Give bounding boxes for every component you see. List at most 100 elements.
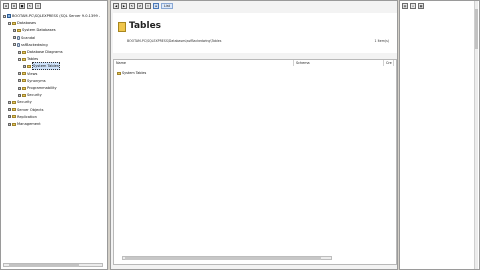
properties-panel: ▤ ↓ ▦ (399, 0, 480, 270)
list-horizontal-scrollbar[interactable] (122, 256, 332, 260)
tree-node-label: Security (17, 100, 32, 105)
tree-node[interactable]: + Security (18, 92, 42, 98)
details-list: Name Schema Cre System Tables (113, 59, 397, 265)
refresh-icon[interactable]: ↻ (129, 3, 135, 9)
expand-icon[interactable]: + (13, 28, 16, 32)
tree-horizontal-scrollbar[interactable] (3, 263, 103, 267)
folder-icon (22, 86, 26, 90)
tree-node[interactable]: + Views (18, 71, 37, 77)
summary-toolbar: ◀ ▶ ↻ ⇄ ▽ ≡ List (111, 1, 397, 11)
tree-node-label: Views (27, 71, 38, 76)
collapse-icon[interactable]: − (18, 57, 21, 61)
tree-node-label: Database Diagrams (27, 50, 63, 54)
tree-node[interactable]: − ssfBackedwing (13, 42, 48, 48)
list-view-button[interactable]: List (161, 3, 173, 9)
connect-icon[interactable]: ⊕ (3, 3, 9, 9)
list-item-label: System Tables (122, 71, 147, 75)
expand-icon[interactable]: + (18, 86, 21, 90)
tree-node-label: BOOTAM-PC\SQLEXPRESS (SQL Server 9.0.139… (12, 14, 101, 18)
tree-node[interactable]: + Management (8, 121, 41, 127)
column-header-name[interactable]: Name (114, 60, 294, 66)
page-title: Tables (129, 21, 162, 31)
tree-node[interactable]: + Security (8, 99, 32, 105)
expand-icon[interactable]: + (8, 100, 11, 104)
folder-icon (22, 50, 26, 54)
expand-icon[interactable]: + (8, 122, 11, 126)
tree-node-label: ssfBackedwing (21, 42, 48, 47)
tree-node-label: Synonyms (27, 78, 46, 83)
tree-node[interactable]: − Databases (8, 20, 36, 26)
expand-icon[interactable]: + (18, 50, 21, 54)
list-item[interactable]: System Tables (117, 71, 146, 75)
expand-icon[interactable]: + (18, 72, 21, 76)
expand-icon[interactable]: + (18, 79, 21, 83)
folder-icon (22, 57, 26, 61)
folder-icon (12, 100, 16, 104)
tree-node-label: Databases (17, 21, 37, 26)
tree-node-label: System Databases (22, 28, 56, 33)
forward-icon[interactable]: ▶ (121, 3, 127, 9)
folder-icon (12, 108, 16, 112)
tree-node-label: Programmability (27, 86, 57, 90)
folder-icon (118, 22, 126, 32)
tree-node[interactable]: + System Tables (23, 62, 60, 71)
collapse-icon[interactable]: − (8, 21, 11, 25)
item-count: 1 Item(s) (374, 39, 389, 43)
tree-node[interactable]: − Tables (18, 56, 38, 62)
folder-icon (12, 122, 16, 126)
folder-icon (12, 21, 16, 25)
sync-icon[interactable]: ⇄ (137, 3, 143, 9)
tree-node[interactable]: + Scandal (13, 35, 35, 41)
folder-icon (27, 64, 31, 68)
expand-icon[interactable]: + (8, 108, 11, 112)
tree-node[interactable]: + System Databases (13, 27, 56, 33)
tree-node-label: Scandal (21, 35, 36, 40)
expand-icon[interactable]: + (13, 36, 16, 40)
tree-node-label: System Tables (32, 62, 60, 71)
scrollbar-thumb[interactable] (475, 9, 478, 49)
tree-node-label: Server Objects (17, 107, 44, 112)
folder-icon (117, 71, 121, 75)
server-icon (7, 14, 11, 18)
collapse-icon[interactable]: − (13, 43, 16, 47)
column-header-schema[interactable]: Schema (294, 60, 384, 66)
properties-vertical-scrollbar[interactable] (474, 1, 478, 269)
categorized-icon[interactable]: ▤ (402, 3, 408, 9)
collapse-icon[interactable]: − (3, 14, 6, 18)
tree-node-label: Management (17, 122, 41, 126)
folder-icon (17, 28, 21, 32)
stop-icon[interactable]: ■ (19, 3, 25, 9)
tree-node[interactable]: + Synonyms (18, 78, 46, 84)
expand-icon[interactable]: + (18, 93, 21, 97)
scrollbar-thumb[interactable] (125, 257, 321, 260)
object-path: BOOTAM-PC\SQLEXPRESS\Databases\ssfBacked… (127, 39, 222, 43)
tree-node[interactable]: + Database Diagrams (18, 49, 63, 55)
summary-header: Tables BOOTAM-PC\SQLEXPRESS\Databases\ss… (113, 13, 397, 53)
tree-node-label: Tables (27, 57, 39, 62)
tree-node[interactable]: − BOOTAM-PC\SQLEXPRESS (SQL Server 9.0.13… (3, 13, 100, 19)
column-header-created[interactable]: Cre (384, 60, 394, 66)
folder-icon (12, 115, 16, 119)
summary-panel: ◀ ▶ ↻ ⇄ ▽ ≡ List Tables BOOTAM-PC\SQLEXP… (110, 0, 398, 270)
disconnect-icon[interactable]: ⊗ (11, 3, 17, 9)
scrollbar-thumb[interactable] (9, 264, 79, 267)
object-explorer-panel: ⊕ ⊗ ■ ↻ ▽ − BOOTAM-PC\SQLEXPRESS (SQL Ser… (0, 0, 108, 270)
tree-node[interactable]: + Programmability (18, 85, 57, 91)
tree-node-label: Security (27, 93, 42, 98)
expand-icon[interactable]: + (8, 115, 11, 119)
alphabetical-icon[interactable]: ↓ (410, 3, 416, 9)
tree-node-label: Replication (17, 114, 37, 119)
list-view-icon[interactable]: ≡ (153, 3, 159, 9)
back-icon[interactable]: ◀ (113, 3, 119, 9)
filter-icon[interactable]: ▽ (35, 3, 41, 9)
expand-icon[interactable]: + (23, 64, 26, 68)
property-pages-icon[interactable]: ▦ (418, 3, 424, 9)
db-icon (17, 35, 20, 40)
tree-node[interactable]: + Server Objects (8, 107, 44, 113)
filter-icon[interactable]: ▽ (145, 3, 151, 9)
folder-icon (22, 93, 26, 97)
db-icon (17, 42, 20, 47)
refresh-icon[interactable]: ↻ (27, 3, 33, 9)
tree-node[interactable]: + Replication (8, 114, 37, 120)
object-explorer-toolbar: ⊕ ⊗ ■ ↻ ▽ (1, 1, 107, 11)
